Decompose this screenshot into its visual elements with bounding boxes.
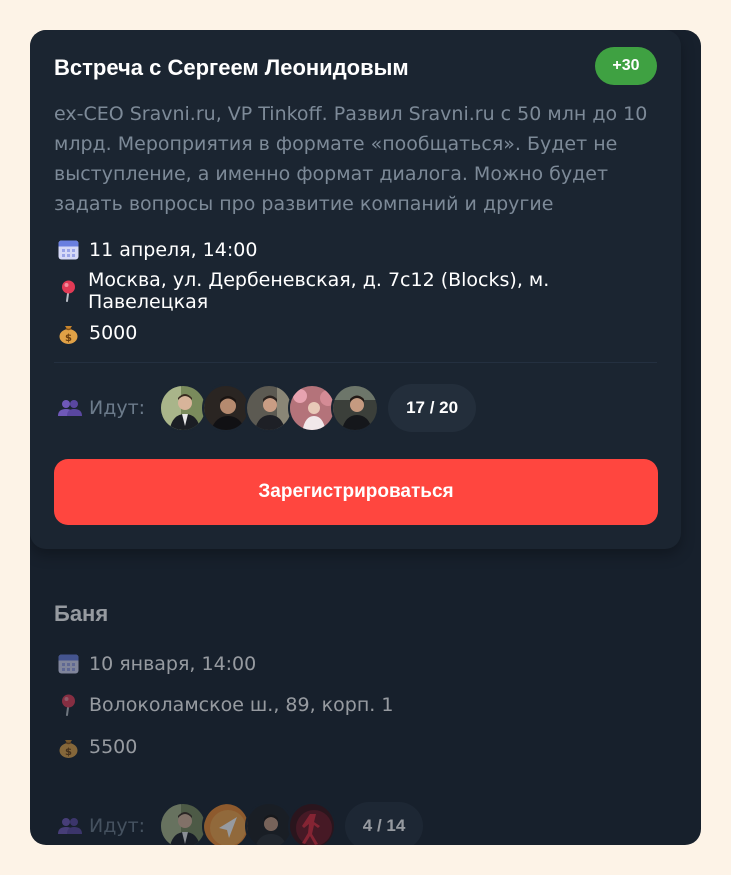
event-price-row: $ 5000: [54, 312, 657, 354]
avatar[interactable]: [331, 383, 380, 432]
event-price: 5500: [89, 735, 138, 758]
event-date: 10 января, 14:00: [89, 652, 257, 675]
avatar[interactable]: [202, 801, 251, 845]
event-card[interactable]: Баня 10 января, 14:00 Волоколамское ш., …: [30, 549, 701, 845]
attendee-count: 4 / 14: [345, 801, 424, 845]
avatar[interactable]: [288, 383, 337, 432]
svg-text:$: $: [65, 333, 72, 344]
event-title: Баня: [54, 601, 109, 626]
event-price: 5000: [89, 321, 138, 344]
event-info: 11 апреля, 14:00 Москва, ул. Дербеневска…: [54, 229, 657, 354]
event-location: Москва, ул. Дербеневская, д. 7с12 (Block…: [88, 269, 550, 314]
going-label: Идут:: [89, 396, 146, 419]
event-info: 10 января, 14:00 Волоколамское ш., 89, к…: [54, 643, 677, 768]
avatar[interactable]: [288, 801, 337, 845]
money-bag-icon: $: [54, 736, 89, 758]
attendees-row: Идут:: [54, 801, 677, 845]
avatar[interactable]: [245, 801, 294, 845]
people-icon: [54, 399, 89, 417]
event-date-row: 10 января, 14:00: [54, 643, 677, 685]
calendar-icon: [54, 653, 89, 674]
event-title: Встреча с Сергеем Леонидовым: [54, 54, 409, 80]
event-date: 11 апреля, 14:00: [89, 238, 258, 261]
avatar[interactable]: [159, 383, 208, 432]
people-icon: [54, 817, 89, 835]
going-label: Идут:: [89, 814, 146, 837]
register-button[interactable]: Зарегистрироваться: [54, 458, 658, 525]
event-price-row: $ 5500: [54, 726, 677, 768]
event-date-row: 11 апреля, 14:00: [54, 229, 657, 271]
svg-text:$: $: [65, 747, 72, 758]
money-bag-icon: $: [54, 322, 89, 344]
attendee-count: 17 / 20: [388, 383, 477, 432]
events-panel: Встреча с Сергеем Леонидовым +30 ex-CEO …: [30, 30, 701, 845]
avatar[interactable]: [245, 383, 294, 432]
divider: [54, 361, 657, 363]
event-header: Встреча с Сергеем Леонидовым +30: [54, 47, 657, 85]
points-badge: +30: [595, 47, 657, 85]
event-location: Волоколамское ш., 89, корп. 1: [89, 694, 394, 717]
event-card[interactable]: Встреча с Сергеем Леонидовым +30 ex-CEO …: [30, 30, 681, 549]
attendees-row: Идут:: [54, 383, 657, 432]
event-location-row: Москва, ул. Дербеневская, д. 7с12 (Block…: [54, 269, 657, 314]
event-description: ex-CEO Sravni.ru, VP Tinkoff. Развил Sra…: [54, 103, 648, 215]
pin-icon: [54, 694, 89, 717]
avatar[interactable]: [159, 801, 208, 845]
avatar[interactable]: [202, 383, 251, 432]
event-location-row: Волоколамское ш., 89, корп. 1: [54, 685, 677, 727]
calendar-icon: [54, 239, 89, 260]
attendee-avatars[interactable]: [159, 383, 380, 432]
pin-icon: [54, 280, 88, 303]
attendee-avatars[interactable]: [159, 801, 337, 845]
